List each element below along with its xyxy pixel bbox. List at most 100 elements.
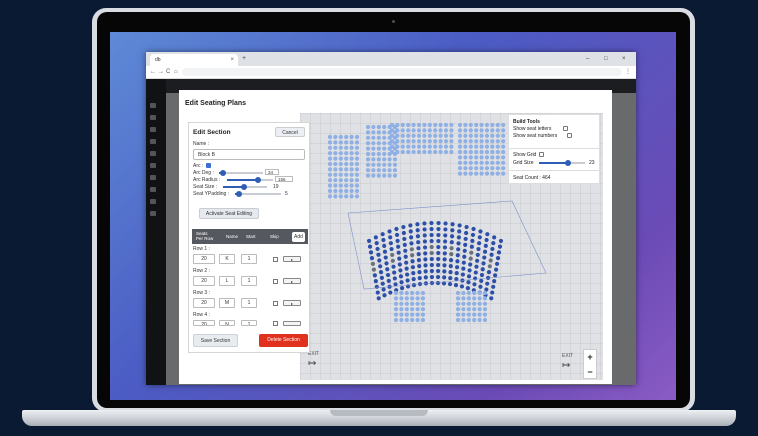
seat-block-c[interactable] [411, 128, 416, 133]
seat-block-c[interactable] [389, 144, 395, 149]
seat-block-a[interactable] [349, 194, 354, 199]
seat-block-f[interactable] [472, 312, 477, 317]
seat-block-center[interactable] [497, 244, 503, 249]
seat-block-d[interactable] [463, 160, 468, 165]
seat-block-a[interactable] [344, 134, 349, 140]
seat-block-center[interactable] [468, 256, 473, 261]
seat-block-d[interactable] [479, 139, 484, 144]
seat-block-c[interactable] [449, 122, 454, 128]
seat-block-b-upper[interactable] [387, 157, 392, 162]
seat-block-center[interactable] [395, 238, 400, 243]
seat-block-center[interactable] [464, 230, 469, 236]
delete-section-button[interactable]: Delete Section [259, 334, 308, 347]
seat-block-a[interactable] [344, 183, 349, 188]
seat-block-center[interactable] [404, 266, 409, 271]
seat-block-center[interactable] [485, 281, 490, 286]
seat-block-d[interactable] [479, 171, 484, 176]
seat-block-center[interactable] [398, 274, 404, 279]
forward-icon[interactable]: → [158, 67, 164, 77]
seat-block-a[interactable] [354, 167, 360, 172]
row-name-input[interactable]: K [219, 254, 235, 264]
seat-block-f[interactable] [466, 290, 471, 296]
seat-block-f[interactable] [455, 296, 461, 301]
row-remove-button[interactable] [283, 321, 301, 326]
browser-menu-icon[interactable]: ⋮ [625, 67, 631, 77]
seat-block-center[interactable] [372, 273, 377, 278]
seat-block-c[interactable] [406, 133, 411, 138]
seat-block-b-upper[interactable] [365, 130, 371, 135]
row-remove-button[interactable]: ▸ [283, 256, 301, 262]
seat-block-b-upper[interactable] [371, 162, 376, 167]
seat-block-center[interactable] [449, 234, 455, 239]
seat-block-d[interactable] [484, 171, 490, 176]
seat-block-center[interactable] [473, 276, 478, 281]
seat-block-e[interactable] [410, 317, 415, 323]
seat-block-center[interactable] [371, 267, 376, 272]
row-skip-checkbox[interactable] [273, 321, 278, 326]
seat-block-e[interactable] [404, 296, 409, 301]
seat-block-a[interactable] [327, 151, 333, 156]
seat-block-center[interactable] [492, 278, 497, 284]
seat-block-center[interactable] [474, 264, 479, 269]
row-seats-input[interactable]: 20 [193, 276, 215, 286]
section-name-input[interactable]: Block B [193, 149, 305, 160]
seat-block-d[interactable] [463, 139, 468, 144]
seat-block-c[interactable] [389, 139, 395, 144]
seat-block-d[interactable] [479, 144, 484, 149]
seat-block-d[interactable] [490, 149, 495, 155]
seat-block-c[interactable] [438, 144, 443, 149]
seat-block-center[interactable] [394, 232, 400, 238]
seat-block-center[interactable] [436, 220, 441, 226]
seat-block-center[interactable] [401, 230, 406, 236]
seat-block-center[interactable] [456, 247, 461, 252]
seat-block-d[interactable] [490, 166, 495, 171]
seat-block-center[interactable] [442, 245, 448, 250]
seat-block-a[interactable] [354, 178, 360, 183]
seat-block-c[interactable] [433, 144, 438, 149]
seat-block-e[interactable] [404, 301, 409, 306]
seat-block-c[interactable] [443, 133, 449, 138]
seat-block-e[interactable] [404, 290, 409, 296]
arc-radius-slider[interactable] [227, 177, 273, 183]
seat-block-e[interactable] [420, 296, 426, 301]
seat-block-center[interactable] [373, 235, 378, 240]
seat-block-center[interactable] [489, 252, 494, 257]
seat-block-e[interactable] [420, 290, 426, 296]
seat-block-f[interactable] [466, 317, 471, 323]
seat-block-a[interactable] [338, 151, 343, 156]
seat-block-e[interactable] [415, 307, 420, 312]
back-icon[interactable]: ← [150, 67, 156, 77]
seat-block-center[interactable] [450, 222, 455, 227]
seat-block-center[interactable] [366, 238, 372, 244]
seat-block-b-upper[interactable] [365, 135, 371, 140]
seat-block-d[interactable] [463, 149, 468, 155]
seat-block-center[interactable] [491, 241, 496, 246]
seat-block-d[interactable] [479, 149, 484, 155]
seat-block-d[interactable] [495, 149, 500, 155]
seat-block-center[interactable] [422, 245, 428, 250]
seat-block-center[interactable] [429, 250, 434, 256]
seat-block-center[interactable] [423, 257, 428, 262]
seat-block-b-upper[interactable] [365, 146, 371, 151]
seat-block-a[interactable] [338, 194, 343, 199]
seat-block-center[interactable] [393, 282, 398, 287]
seat-block-center[interactable] [409, 247, 414, 252]
seat-block-center[interactable] [482, 249, 488, 254]
seat-block-d[interactable] [479, 155, 484, 160]
seat-block-e[interactable] [415, 290, 420, 296]
reload-icon[interactable]: C [166, 67, 170, 77]
seat-block-c[interactable] [427, 144, 432, 149]
seat-block-e[interactable] [410, 301, 415, 306]
seat-block-c[interactable] [443, 122, 449, 128]
seat-block-b-upper[interactable] [376, 146, 381, 151]
seat-block-a[interactable] [344, 156, 349, 161]
seat-block-b-upper[interactable] [392, 162, 398, 167]
seat-block-a[interactable] [327, 156, 333, 161]
seat-block-a[interactable] [327, 134, 333, 140]
seat-block-a[interactable] [349, 167, 354, 172]
seat-block-d[interactable] [457, 171, 463, 176]
seat-block-b-upper[interactable] [365, 151, 371, 157]
seat-block-center[interactable] [460, 272, 465, 277]
seat-block-a[interactable] [349, 188, 354, 194]
seat-block-a[interactable] [354, 151, 360, 156]
